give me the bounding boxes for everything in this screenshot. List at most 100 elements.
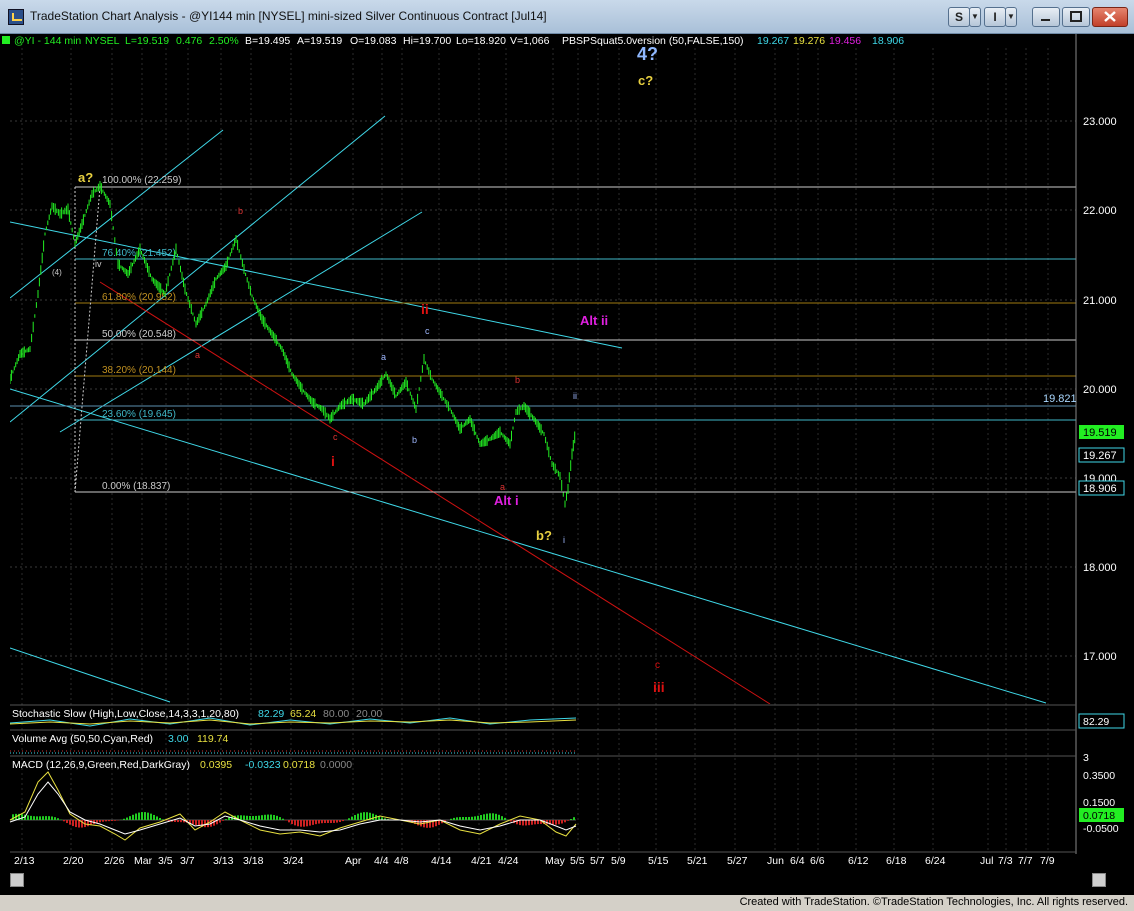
macd-histogram-bar [495,813,497,820]
macd-histogram-bar [144,812,146,820]
close-button[interactable] [1092,7,1128,27]
macd-histogram-bar [249,815,251,820]
minimize-button[interactable] [1032,7,1060,27]
time-axis-label: 2/13 [14,855,35,867]
macd-histogram-bar [240,815,242,820]
macd-histogram-bar [270,814,272,820]
macd-histogram-bar [48,816,50,820]
macd-histogram-bar [339,820,341,823]
time-axis-label: 7/3 [998,855,1013,867]
symbol-link-button[interactable]: S [948,7,970,27]
macd-histogram-bar [21,814,23,820]
interval-link-dropdown-icon[interactable]: ▼ [1005,7,1017,27]
price-tag-18906: 18.906 [1083,483,1117,495]
header-high: Hi=19.700 [403,35,451,47]
macd-histogram-bar [36,816,38,820]
macd-histogram-bar [162,819,164,820]
price-axis-label: 22.000 [1083,205,1117,217]
time-axis-label: 6/24 [925,855,946,867]
header-pct: 2.50% [209,35,239,47]
volume-tag: 3 [1083,752,1089,764]
macd-histogram-bar [528,820,530,826]
macd-histogram-bar [351,816,353,820]
wave-label-ii-red: ii [421,301,429,317]
macd-histogram-bar [45,816,47,820]
title-bar: TradeStation Chart Analysis - @YI144 min… [0,0,1134,34]
time-axis-label: 4/24 [498,855,519,867]
header-ask: A=19.519 [297,35,342,47]
macd-histogram-bar [489,813,491,820]
macd-histogram-bar [324,820,326,824]
time-axis-label: Mar [134,855,153,867]
macd-histogram-bar [570,819,572,820]
wave-label-a-gray: a [381,352,386,362]
macd-histogram-bar [357,813,359,820]
stoch-value-4: 20.00 [356,708,382,720]
macd-histogram-bar [195,820,197,826]
macd-histogram-bar [264,814,266,820]
wave-label-alt-ii: Alt ii [580,313,608,328]
macd-histogram-bar [114,820,116,821]
macd-histogram-bar [111,820,113,821]
macd-value-4: 0.0000 [320,759,352,771]
scroll-left-button[interactable] [10,873,24,887]
macd-histogram-bar [72,820,74,827]
interval-link-button[interactable]: I [984,7,1006,27]
macd-histogram-bar [69,820,71,825]
macd-histogram-bar [303,820,305,827]
header-symbol: @YI - 144 min [14,35,81,47]
header-value-2: 19.276 [793,35,825,47]
macd-histogram-bar [450,818,452,820]
close-icon [1104,11,1116,22]
header-bid: B=19.495 [245,35,290,47]
macd-histogram-bar [180,820,182,823]
macd-histogram-bar [459,817,461,820]
time-axis-label: Jun [767,855,784,867]
macd-histogram-bar [318,820,320,824]
fib-236-label: 23.60% (19.645) [102,409,176,420]
macd-histogram-bar [525,820,527,826]
macd-histogram-bar [309,820,311,826]
time-axis-label: Apr [345,855,362,867]
scroll-right-button[interactable] [1092,873,1106,887]
macd-histogram-bar [177,820,179,823]
price-axis-label: 20.000 [1083,384,1117,396]
macd-histogram-bar [555,820,557,825]
symbol-link-dropdown-icon[interactable]: ▼ [969,7,981,27]
price-tag-19821: 19.821 [1043,393,1077,405]
macd-histogram-bar [276,815,278,820]
wave-label-c-gray: c [425,326,430,336]
macd-histogram-bar [306,820,308,827]
header-value-4: 18.906 [872,35,904,47]
macd-histogram-bar [258,815,260,820]
macd-histogram-bar [27,815,29,820]
price-axis-label: 21.000 [1083,295,1117,307]
macd-histogram-bar [213,820,215,826]
window-title: TradeStation Chart Analysis - @YI144 min… [30,9,547,23]
wave-label-a-red-2: a [500,482,505,492]
fib-382-label: 38.20% (20.144) [102,365,176,376]
time-axis-label: 6/18 [886,855,907,867]
macd-value-2: -0.0323 [245,759,281,771]
macd-histogram-bar [156,816,158,820]
minimize-icon [1041,19,1050,21]
macd-histogram-bar [372,813,374,820]
time-axis-label: 2/20 [63,855,84,867]
maximize-button[interactable] [1062,7,1090,27]
time-axis-label: 5/15 [648,855,669,867]
macd-tag: 0.0718 [1083,810,1115,822]
macd-histogram-bar [150,813,152,820]
wave-label-c-yellow: c? [638,73,653,88]
macd-histogram-bar [417,820,419,826]
macd-histogram-bar [219,820,221,823]
time-axis-label: 3/24 [283,855,304,867]
macd-histogram-bar [354,815,356,820]
volume-value-2: 119.74 [197,733,228,745]
chart-area[interactable]: 100.00% (22.259) 76.40% (21.452) 61.80% … [0,34,1134,895]
macd-histogram-bar [348,818,350,820]
macd-histogram-bar [108,820,110,822]
time-axis-label: 5/21 [687,855,708,867]
header-volume: V=1,066 [510,35,550,47]
macd-histogram-bar [504,817,506,820]
macd-histogram-bar [159,817,161,820]
